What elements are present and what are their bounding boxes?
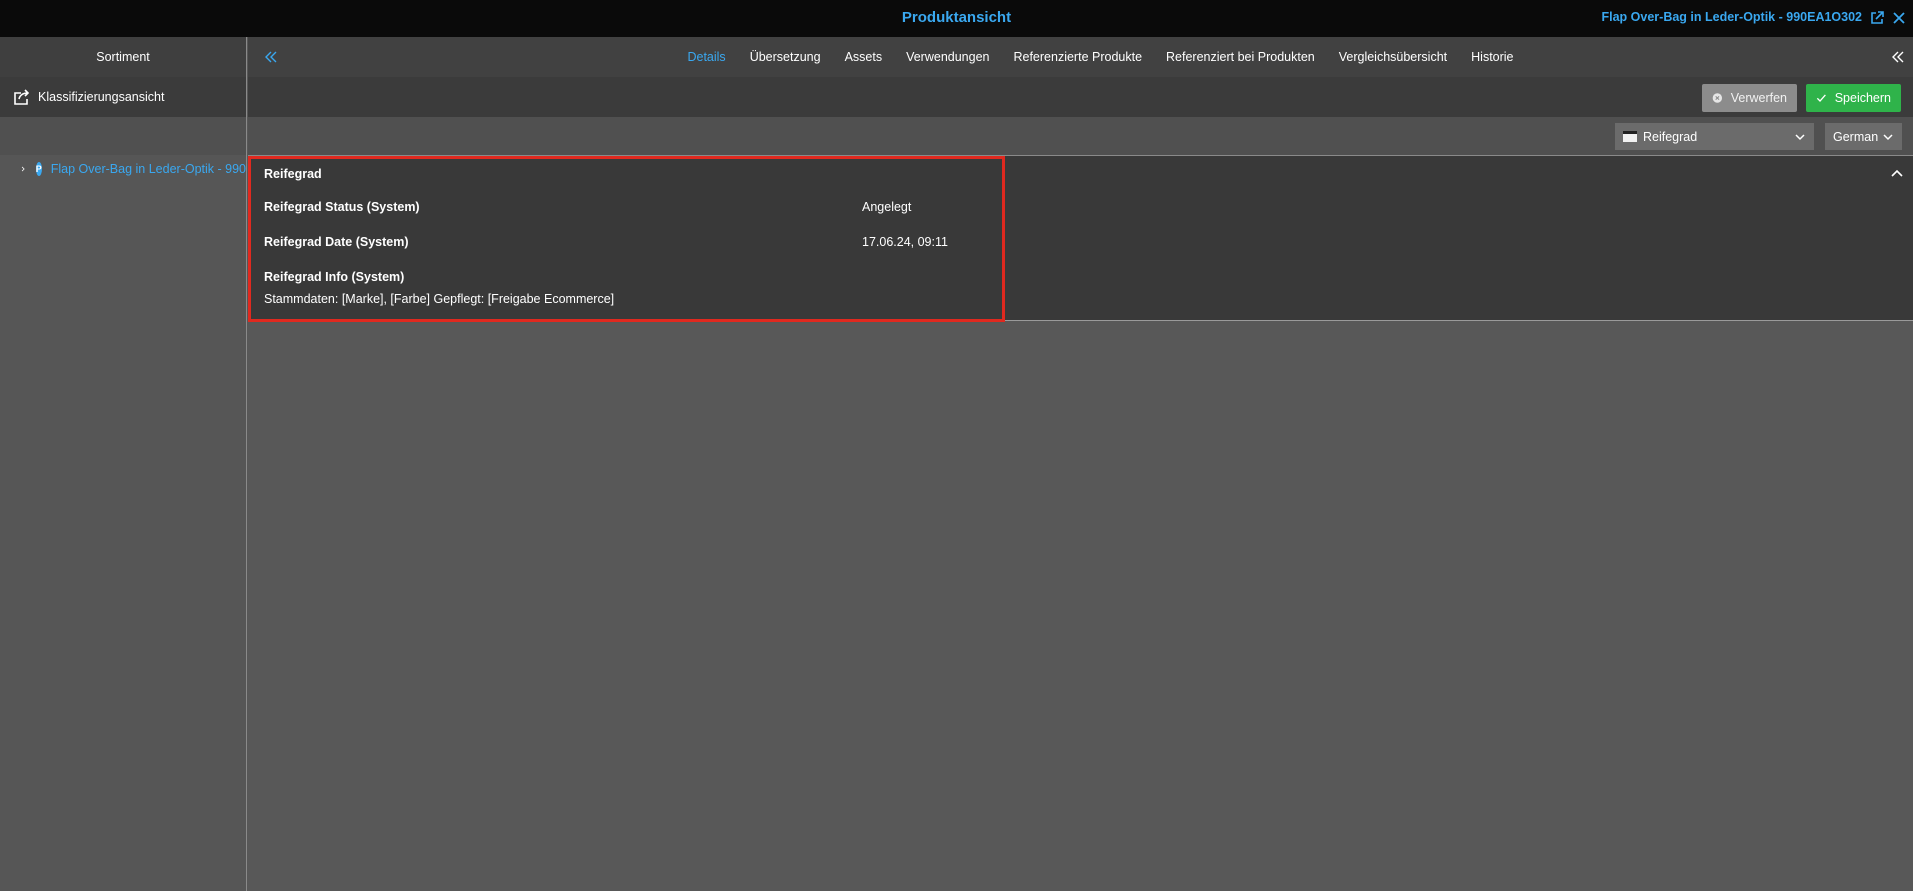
classification-view-label: Klassifizierungsansicht: [38, 90, 165, 104]
double-chevron-left-icon[interactable]: [1891, 50, 1905, 64]
info-value: Stammdaten: [Marke], [Farbe] Gepflegt: […: [264, 292, 615, 306]
chevron-down-icon: [1795, 133, 1805, 140]
product-badge-icon: P: [35, 162, 42, 176]
tree-item[interactable]: P Flap Over-Bag in Leder-Optik - 990: [0, 157, 246, 181]
tab-comparison[interactable]: Vergleichsübersicht: [1327, 37, 1459, 77]
share-icon: [14, 89, 30, 105]
chevron-up-icon[interactable]: [1890, 166, 1904, 180]
sidebar-toolbar: [0, 117, 246, 155]
checkmark-icon: [1816, 94, 1826, 102]
language-select[interactable]: German: [1825, 123, 1902, 150]
tab-referenced-products[interactable]: Referenzierte Produkte: [1001, 37, 1154, 77]
maturity-section: Reifegrad Reifegrad Status (System) Ange…: [248, 156, 1913, 322]
facet-select-value: Reifegrad: [1643, 129, 1698, 144]
filter-bar: Reifegrad German: [248, 117, 1913, 156]
save-button[interactable]: Speichern: [1806, 84, 1901, 112]
tab-details[interactable]: Details: [675, 37, 737, 77]
sidebar-title: Sortiment: [0, 37, 246, 77]
main-panel: Details Übersetzung Assets Verwendungen …: [248, 37, 1913, 891]
discard-button[interactable]: Verwerfen: [1702, 84, 1797, 112]
tab-referenced-by-products[interactable]: Referenziert bei Produkten: [1154, 37, 1327, 77]
section-title: Reifegrad: [264, 167, 322, 181]
classification-view-button[interactable]: Klassifizierungsansicht: [0, 77, 246, 117]
open-external-icon[interactable]: [1869, 10, 1885, 26]
chevron-down-icon: [1883, 133, 1893, 140]
tab-translation[interactable]: Übersetzung: [738, 37, 833, 77]
status-value: Angelegt: [862, 200, 912, 214]
discard-icon: [1712, 93, 1723, 103]
language-select-value: German: [1833, 129, 1879, 144]
tree-item-label[interactable]: Flap Over-Bag in Leder-Optik - 990: [51, 162, 246, 176]
sidebar: Sortiment Klassifizierungsansicht P Flap…: [0, 37, 247, 891]
facet-select[interactable]: Reifegrad: [1615, 123, 1814, 150]
view-icon: [1623, 131, 1637, 142]
product-title: Flap Over-Bag in Leder-Optik - 990EA1O30…: [1601, 10, 1863, 24]
close-icon[interactable]: [1891, 10, 1907, 26]
save-label: Speichern: [1834, 91, 1891, 105]
tab-assets[interactable]: Assets: [833, 37, 895, 77]
discard-label: Verwerfen: [1730, 91, 1787, 105]
status-label: Reifegrad Status (System): [264, 200, 420, 214]
top-bar: Produktansicht Flap Over-Bag in Leder-Op…: [0, 0, 1913, 37]
date-label: Reifegrad Date (System): [264, 235, 409, 249]
action-bar: Verwerfen Speichern: [248, 77, 1913, 117]
tab-usages[interactable]: Verwendungen: [894, 37, 1001, 77]
chevron-right-icon[interactable]: [20, 162, 26, 176]
tab-history[interactable]: Historie: [1459, 37, 1525, 77]
info-label: Reifegrad Info (System): [264, 270, 405, 284]
date-value: 17.06.24, 09:11: [862, 235, 948, 249]
tab-bar: Details Übersetzung Assets Verwendungen …: [248, 37, 1913, 77]
